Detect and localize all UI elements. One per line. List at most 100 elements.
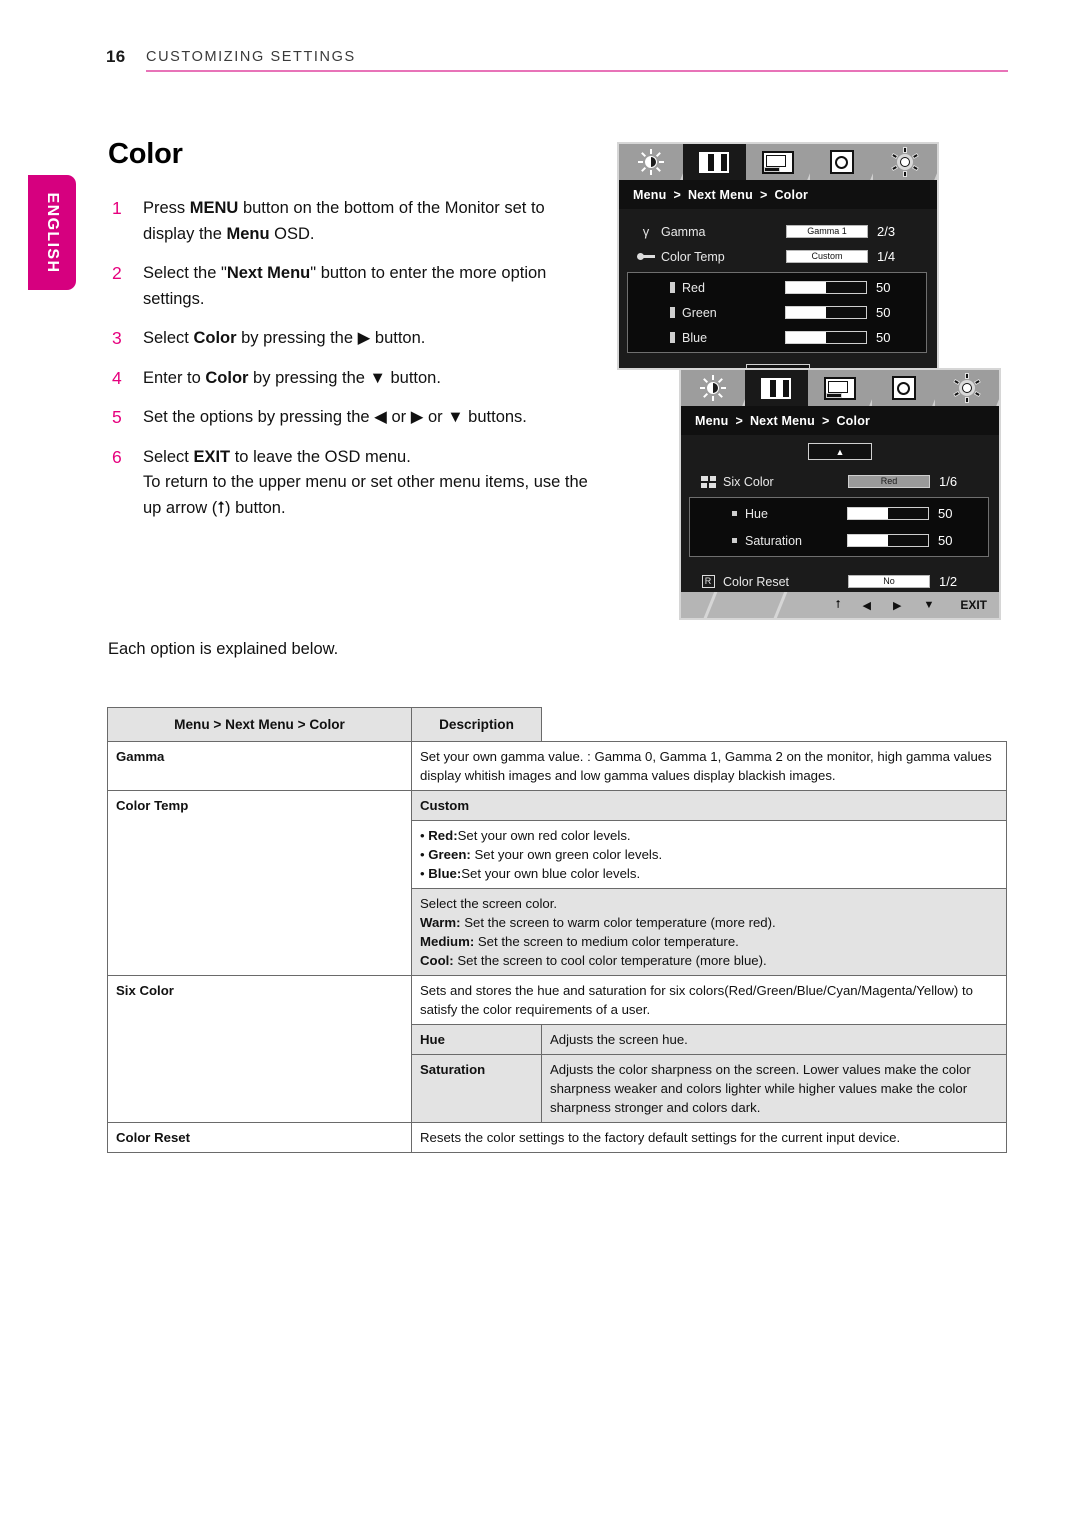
table-sub-description: Adjusts the screen hue. <box>541 1024 1007 1055</box>
gamma-icon: γ <box>642 224 650 239</box>
value-chip: Red <box>848 475 930 488</box>
osd-button-exit[interactable]: EXIT <box>960 598 987 612</box>
breadcrumb-color: Color <box>836 413 871 428</box>
step-number: 6 <box>112 446 122 467</box>
step-number: 2 <box>112 263 122 283</box>
osd-footer-bar: ⭡ ◀ ▶ ▼ EXIT <box>681 592 999 618</box>
osd-row-color-reset[interactable]: R Color Reset No 1/2 <box>681 569 999 594</box>
osd-tab-bar <box>619 144 937 180</box>
step-number: 1 <box>112 198 122 218</box>
osd-tab-input[interactable] <box>810 144 874 180</box>
osd-row-label: Blue <box>670 331 707 345</box>
osd-value-gamma[interactable]: Gamma 1 <box>786 225 868 238</box>
osd-row-label: Red <box>670 281 705 295</box>
step-text: Enter to Color by pressing the ▼ button. <box>143 368 441 387</box>
osd-tab-screen[interactable] <box>746 144 810 180</box>
osd-value-color-reset[interactable]: No <box>848 575 930 588</box>
osd-tab-input[interactable] <box>872 370 936 406</box>
osd-row-green[interactable]: Green 50 <box>628 300 926 325</box>
osd-button-right[interactable]: ▶ <box>893 599 901 612</box>
instruction-step: 6 Select EXIT to leave the OSD menu. To re… <box>108 445 598 522</box>
value-chip: Gamma 1 <box>786 225 868 238</box>
instruction-step: 5 Set the options by pressing the ◀ or ▶ … <box>108 405 598 431</box>
table-header-row: Menu > Next Menu > Color Description <box>107 707 1007 742</box>
breadcrumb-next-menu: Next Menu <box>687 187 753 202</box>
osd-breadcrumb: Menu > Next Menu > Color <box>681 406 999 435</box>
osd-tab-brightness[interactable] <box>681 370 745 406</box>
settings-gear-icon <box>891 147 920 177</box>
value-chip: No <box>848 575 930 588</box>
osd-panel-color-page2: Menu > Next Menu > Color ▲ Six Color Red… <box>679 368 1001 620</box>
osd-value-color-temp[interactable]: Custom <box>786 250 868 263</box>
osd-slider-blue[interactable] <box>785 331 867 344</box>
osd-row-label: Green <box>670 306 717 320</box>
osd-row-hue[interactable]: Hue 50 <box>690 500 988 527</box>
osd-tab-screen[interactable] <box>808 370 872 406</box>
language-tab: ENGLISH <box>28 175 76 290</box>
osd-row-saturation[interactable]: Saturation 50 <box>690 527 988 554</box>
osd-slider-green[interactable] <box>785 306 867 319</box>
step-number: 4 <box>112 367 122 388</box>
osd-value-six-color[interactable]: Red <box>848 475 930 488</box>
table-description-cell: Set your own gamma value. : Gamma 0, Gam… <box>411 741 1007 791</box>
osd-button-left[interactable]: ◀ <box>863 599 871 612</box>
color-temp-icon <box>631 253 661 260</box>
osd-button-down[interactable]: ▼ <box>923 599 934 611</box>
contrast-icon <box>761 377 792 399</box>
osd-panel1-body: γ Gamma Gamma 1 2/3 Color Temp Custom 1/… <box>619 209 937 381</box>
instruction-step: 3 Select Color by pressing the ▶ button. <box>108 326 598 352</box>
page-title: Color <box>108 138 183 170</box>
osd-scroll-up-button[interactable]: ▲ <box>808 443 872 460</box>
osd-tab-color[interactable] <box>682 144 747 180</box>
osd-row-value: 50 <box>876 330 891 345</box>
breadcrumb-next-menu: Next Menu <box>749 413 815 428</box>
page-number: 16 <box>106 47 126 66</box>
instruction-step: 4 Enter to Color by pressing the ▼ button… <box>108 366 598 392</box>
table-description-cell: Sets and stores the hue and saturation f… <box>411 975 1007 1025</box>
breadcrumb-color: Color <box>774 187 809 202</box>
osd-rgb-subgroup: Red 50 Green 50 Blue 50 <box>627 272 927 353</box>
osd-row-six-color[interactable]: Six Color Red 1/6 <box>681 469 999 494</box>
breadcrumb-menu: Menu <box>633 187 667 202</box>
six-color-icon <box>693 475 723 488</box>
breadcrumb-sep: > <box>759 187 768 202</box>
osd-row-label: Six Color <box>723 474 774 489</box>
step-text: Select the "Next Menu" button to enter t… <box>143 264 547 308</box>
instruction-steps: 1 Press MENU button on the bottom of the … <box>108 196 598 535</box>
table-description-cell: Resets the color settings to the factory… <box>411 1122 1007 1153</box>
osd-slider-hue[interactable] <box>847 507 929 520</box>
instruction-step: 2 Select the "Next Menu" button to enter … <box>108 261 598 312</box>
table-option-label: Color Temp <box>107 790 412 976</box>
table-description-cell: Select the screen color. Warm: Set the sc… <box>411 888 1007 976</box>
table-sub-label: Hue <box>411 1024 542 1055</box>
osd-row-value: 50 <box>938 533 953 548</box>
header-divider <box>146 70 1008 72</box>
table-header-menu-path: Menu > Next Menu > Color <box>107 707 412 742</box>
brightness-icon <box>699 375 726 401</box>
osd-tab-brightness[interactable] <box>619 144 683 180</box>
instruction-step: 1 Press MENU button on the bottom of the … <box>108 196 598 247</box>
osd-panel-color-page1: Menu > Next Menu > Color γ Gamma Gamma 1… <box>617 142 939 381</box>
osd-slider-saturation[interactable] <box>847 534 929 547</box>
osd-row-value: 50 <box>876 305 891 320</box>
osd-row-red[interactable]: Red 50 <box>628 275 926 300</box>
table-row: Gamma Set your own gamma value. : Gamma 0… <box>107 741 1007 791</box>
table-header-description: Description <box>411 707 542 742</box>
breadcrumb-sep: > <box>821 413 830 428</box>
osd-tab-settings[interactable] <box>935 370 999 406</box>
osd-tab-color[interactable] <box>744 370 809 406</box>
osd-row-gamma[interactable]: γ Gamma Gamma 1 2/3 <box>619 219 937 244</box>
table-sub-description: Adjusts the color sharpness on the scree… <box>541 1054 1007 1123</box>
value-chip: Custom <box>786 250 868 263</box>
breadcrumb-menu: Menu <box>695 413 729 428</box>
table-row: Color Temp Custom <box>107 790 1007 976</box>
osd-row-color-temp[interactable]: Color Temp Custom 1/4 <box>619 244 937 269</box>
osd-button-up[interactable]: ⭡ <box>835 599 840 612</box>
osd-slider-red[interactable] <box>785 281 867 294</box>
osd-tab-settings[interactable] <box>873 144 937 180</box>
screen-icon <box>823 376 856 400</box>
breadcrumb-sep: > <box>735 413 743 428</box>
osd-row-value: 50 <box>876 280 891 295</box>
osd-row-blue[interactable]: Blue 50 <box>628 325 926 350</box>
osd-tab-bar <box>681 370 999 406</box>
